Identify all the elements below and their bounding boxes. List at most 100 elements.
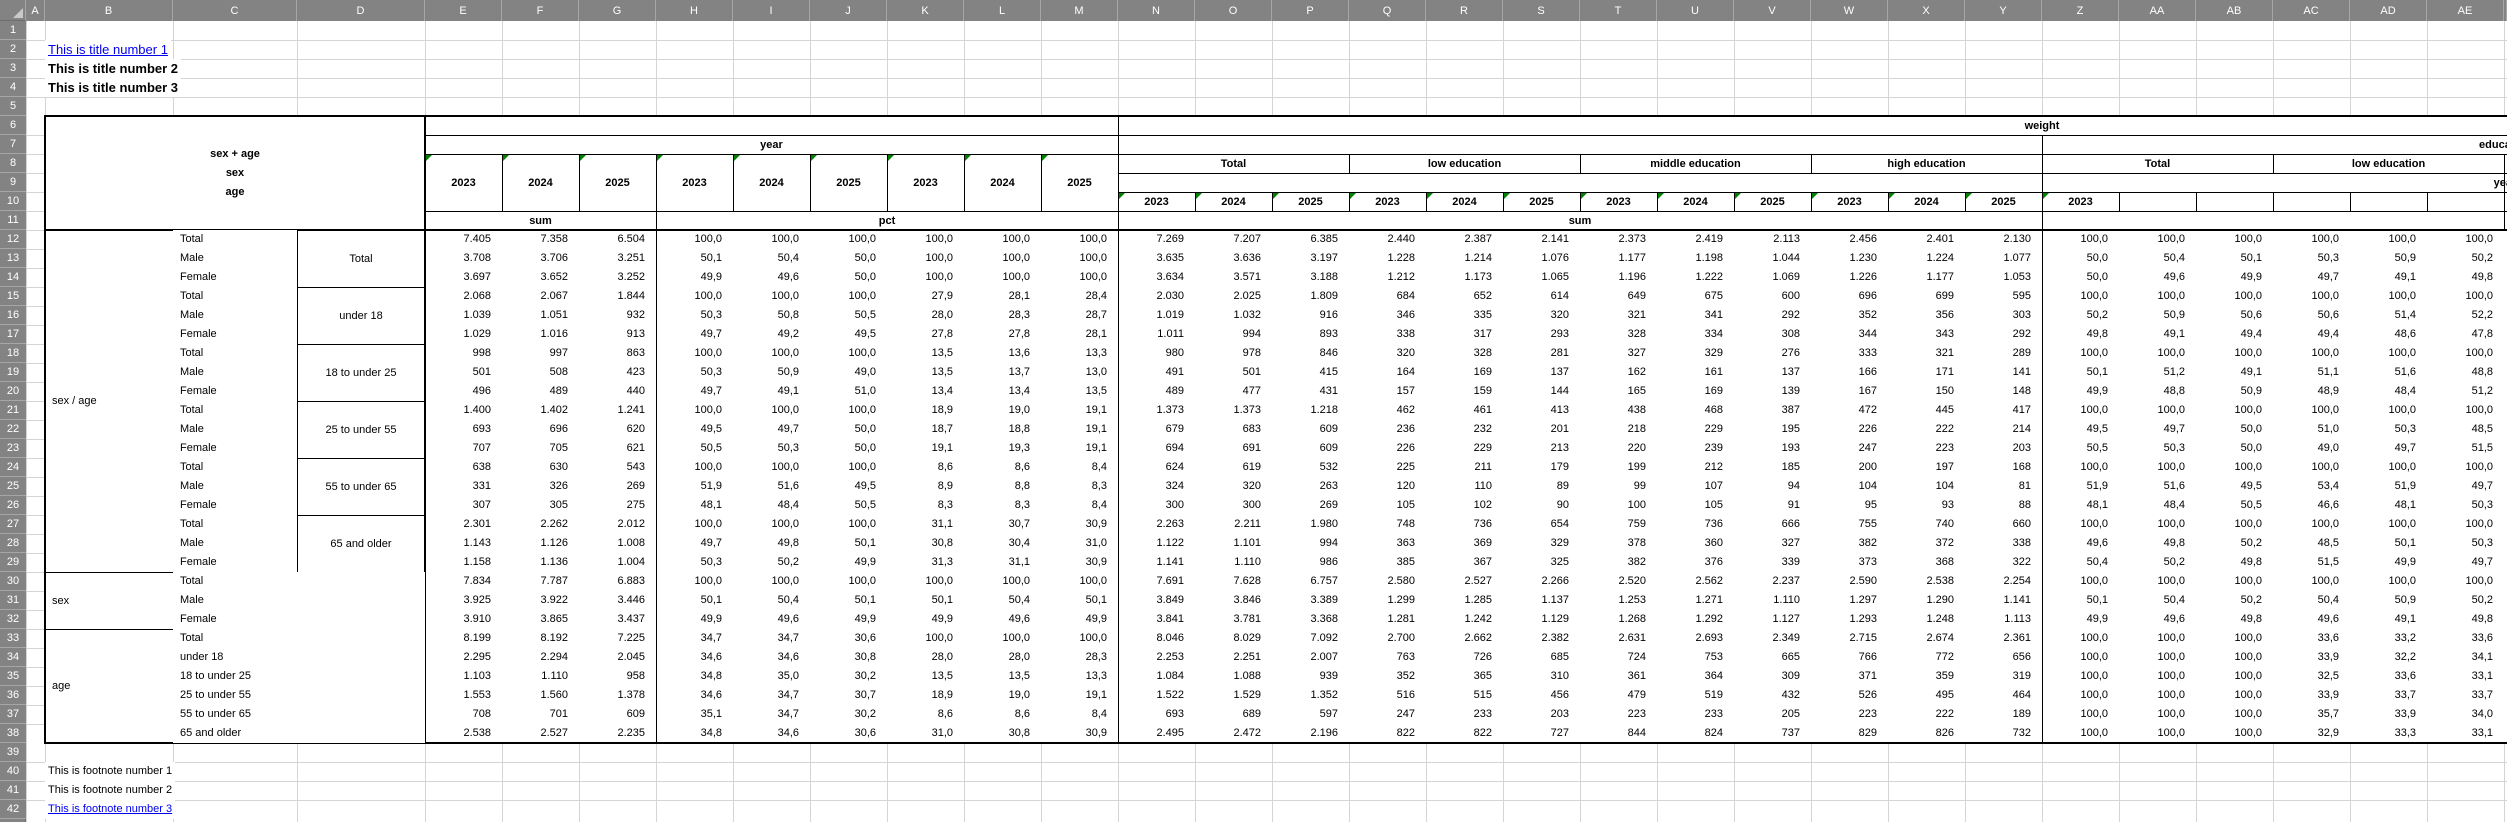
select-all-corner[interactable] (0, 0, 26, 21)
row-header-41[interactable]: 41 (0, 781, 26, 800)
cell[interactable]: 100,0 (2119, 515, 2185, 534)
cell[interactable]: 13,3 (1041, 344, 1107, 363)
year-header-cell[interactable]: 2025 (1734, 192, 1811, 211)
column-header-N[interactable]: N (1118, 0, 1195, 21)
cell[interactable]: 100,0 (2119, 401, 2185, 420)
cell[interactable]: 3.846 (1195, 591, 1261, 610)
cell[interactable]: 333 (1811, 344, 1877, 363)
cell[interactable]: 100,0 (810, 287, 876, 306)
cell[interactable]: 423 (579, 363, 645, 382)
year-header-cell[interactable]: 2023 (1118, 192, 1195, 211)
cell[interactable]: 431 (1272, 382, 1338, 401)
cell[interactable]: 356 (1888, 306, 1954, 325)
cell[interactable]: 50,3 (656, 553, 722, 572)
cell[interactable]: 609 (1272, 420, 1338, 439)
cell[interactable]: 50,2 (2196, 534, 2262, 553)
cell[interactable]: 1.069 (1734, 268, 1800, 287)
cell[interactable]: 50,3 (2427, 496, 2493, 515)
cell[interactable]: 1.177 (1580, 249, 1646, 268)
cell[interactable]: 100,0 (656, 458, 722, 477)
cell[interactable]: 49,9 (2350, 553, 2416, 572)
row-header-17[interactable]: 17 (0, 325, 26, 344)
cell[interactable]: 49,5 (2196, 477, 2262, 496)
row-label[interactable]: Total (173, 401, 297, 420)
title-link[interactable]: This is title number 1 (45, 40, 171, 59)
cell[interactable]: 998 (425, 344, 491, 363)
cell[interactable]: 100,0 (2042, 572, 2108, 591)
row-header-35[interactable]: 35 (0, 667, 26, 686)
cell[interactable]: 30,8 (964, 724, 1030, 743)
cell[interactable]: 2.254 (1965, 572, 2031, 591)
cell[interactable]: 213 (1503, 439, 1569, 458)
cell[interactable]: 461 (1426, 401, 1492, 420)
cell[interactable]: 100,0 (887, 629, 953, 648)
year-header-cell[interactable]: 2023 (425, 154, 502, 211)
cell[interactable]: 8.199 (425, 629, 491, 648)
cell[interactable]: 157 (1349, 382, 1415, 401)
row-header-26[interactable]: 26 (0, 496, 26, 515)
cell[interactable]: 1.285 (1426, 591, 1492, 610)
cell[interactable]: 2.030 (1118, 287, 1184, 306)
cell[interactable]: 212 (1657, 458, 1723, 477)
cell[interactable]: 88 (1965, 496, 2031, 515)
cell[interactable]: 100,0 (2427, 572, 2493, 591)
cell[interactable]: 2.196 (1272, 724, 1338, 743)
cell[interactable]: 3.636 (1195, 249, 1261, 268)
cell[interactable]: 90 (1503, 496, 1569, 515)
cell[interactable]: 247 (1349, 705, 1415, 724)
cell[interactable]: 100 (1580, 496, 1646, 515)
cell[interactable]: 2.472 (1195, 724, 1261, 743)
cell[interactable]: 169 (1657, 382, 1723, 401)
cell[interactable]: 684 (1349, 287, 1415, 306)
column-header-AD[interactable]: AD (2350, 0, 2427, 21)
cell[interactable]: 49,7 (2427, 477, 2493, 496)
cell[interactable]: 50,4 (733, 591, 799, 610)
cell[interactable]: 1.137 (1503, 591, 1569, 610)
cell[interactable]: 13,0 (1041, 363, 1107, 382)
cell[interactable]: 33,7 (2427, 686, 2493, 705)
cell[interactable]: 826 (1888, 724, 1954, 743)
row-label[interactable]: Male (173, 306, 297, 325)
cell[interactable]: 100,0 (656, 287, 722, 306)
cell[interactable]: 378 (1580, 534, 1646, 553)
cell[interactable]: 8,6 (964, 458, 1030, 477)
row-label[interactable]: Total (173, 344, 297, 363)
row-header-3[interactable]: 3 (0, 59, 26, 78)
cell[interactable]: 620 (579, 420, 645, 439)
cell[interactable]: 363 (1349, 534, 1415, 553)
row-header-10[interactable]: 10 (0, 192, 26, 211)
cell[interactable]: 8,3 (1041, 477, 1107, 496)
cell[interactable]: 30,8 (810, 648, 876, 667)
column-header-R[interactable]: R (1426, 0, 1503, 21)
cell[interactable]: 203 (1965, 439, 2031, 458)
cell[interactable]: 515 (1426, 686, 1492, 705)
column-header-W[interactable]: W (1811, 0, 1888, 21)
cell[interactable]: 100,0 (1041, 572, 1107, 591)
cell[interactable]: 50,8 (733, 306, 799, 325)
cell[interactable]: 100,0 (1041, 629, 1107, 648)
cell[interactable]: 226 (1349, 439, 1415, 458)
row-label[interactable]: under 18 (173, 648, 425, 667)
cell[interactable]: 50,3 (656, 306, 722, 325)
cell[interactable]: 7.269 (1118, 230, 1184, 249)
cell[interactable]: 50,0 (810, 439, 876, 458)
cell[interactable]: 51,9 (2042, 477, 2108, 496)
age-group-under-18[interactable]: under 18 (297, 287, 425, 344)
cell[interactable]: 13,5 (887, 363, 953, 382)
cell[interactable]: 100,0 (733, 401, 799, 420)
cell[interactable]: 220 (1580, 439, 1646, 458)
cell[interactable]: 49,8 (733, 534, 799, 553)
cell[interactable]: 232 (1426, 420, 1492, 439)
cell[interactable]: 100,0 (2196, 648, 2262, 667)
column-header-H[interactable]: H (656, 0, 733, 21)
cell[interactable]: 456 (1503, 686, 1569, 705)
cell[interactable]: 2.235 (579, 724, 645, 743)
cell[interactable]: 2.113 (1734, 230, 1800, 249)
cell[interactable]: 309 (1734, 667, 1800, 686)
cell[interactable]: 696 (1811, 287, 1877, 306)
cell[interactable]: 8,6 (887, 705, 953, 724)
cell[interactable]: 1.224 (1888, 249, 1954, 268)
cell[interactable]: 100,0 (2350, 458, 2416, 477)
cell[interactable]: 1.004 (579, 553, 645, 572)
cell[interactable]: 331 (425, 477, 491, 496)
